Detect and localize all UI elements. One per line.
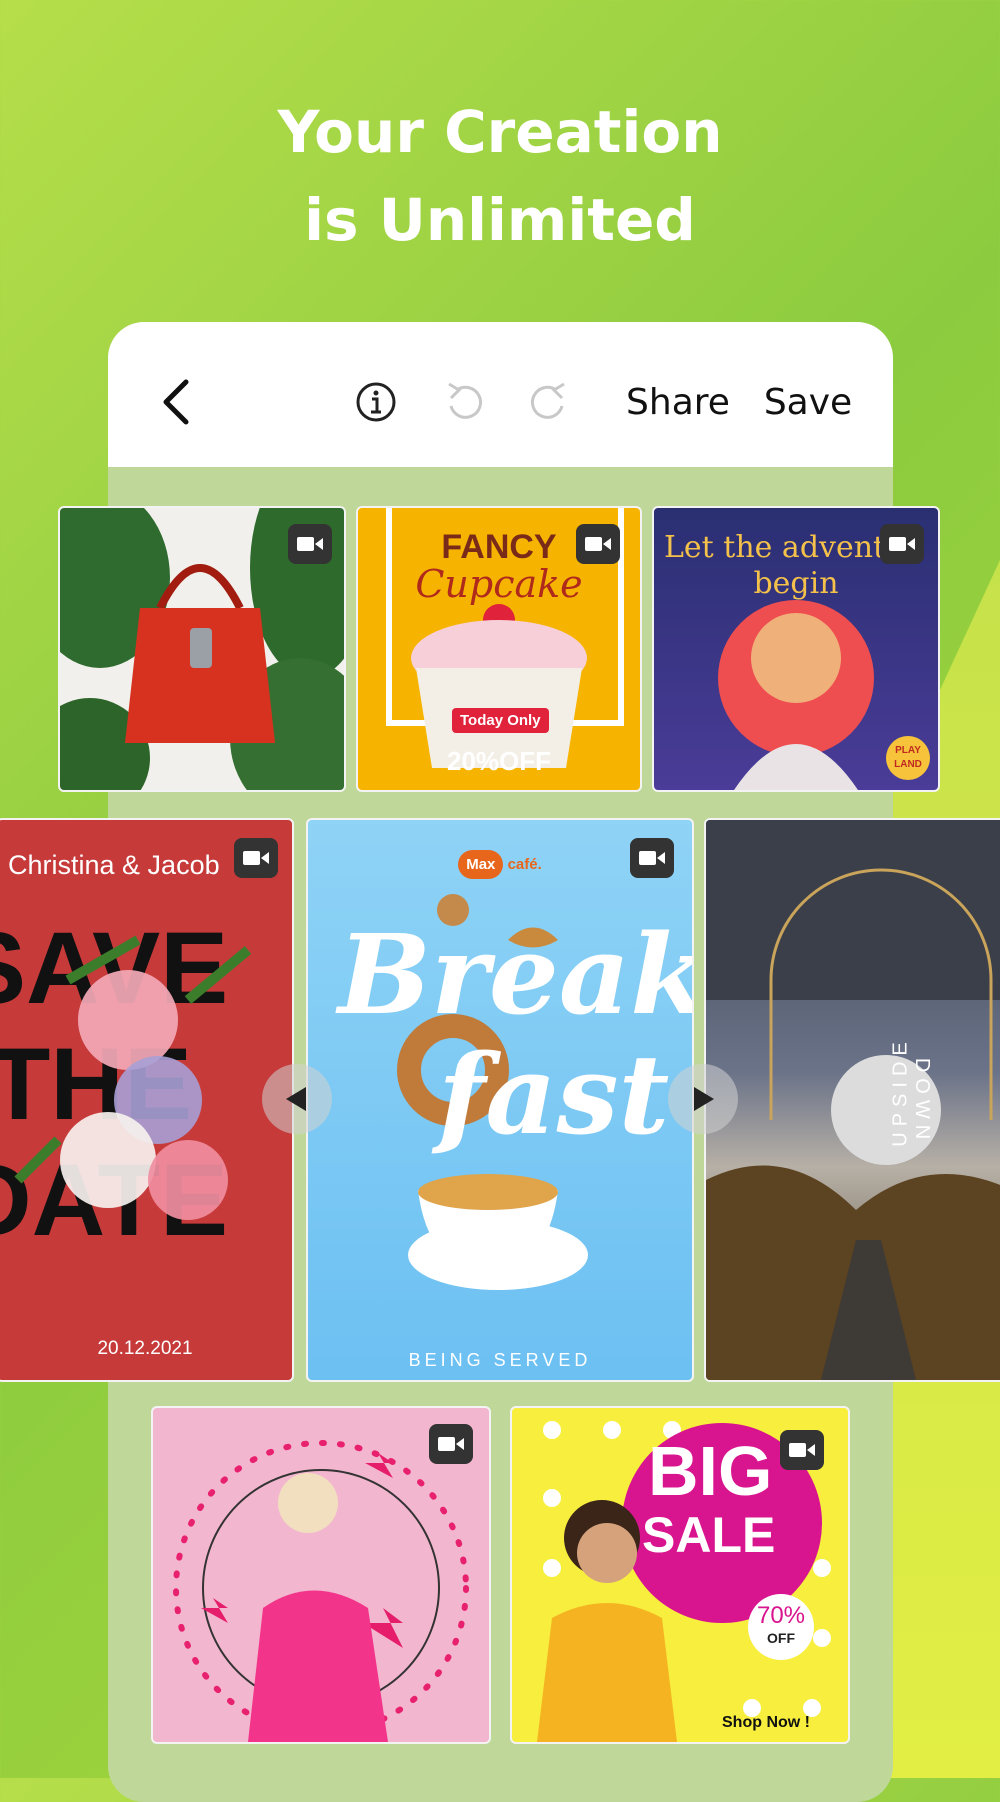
arrow-right-icon xyxy=(694,1087,714,1111)
discount-badge: 70% OFF xyxy=(748,1594,814,1660)
redo-icon xyxy=(530,382,565,419)
template-card-cupcake[interactable]: FANCY Cupcake Today Only 20%OFF xyxy=(356,506,642,792)
breakfast-footer: BEING SERVED xyxy=(408,1350,592,1370)
video-badge xyxy=(630,838,674,878)
template-card-wedding[interactable]: Christina & Jacob SAVE THE DATE 20.12.20… xyxy=(0,818,294,1382)
sale-line-1: BIG xyxy=(648,1432,773,1510)
video-badge xyxy=(576,524,620,564)
cupcake-badge: Today Only xyxy=(452,708,549,733)
discount-off: OFF xyxy=(767,1630,795,1646)
sale-cta: Shop Now ! xyxy=(722,1714,810,1731)
video-badge xyxy=(780,1430,824,1470)
playland-badge: PLAY LAND xyxy=(886,736,930,780)
template-card-upside-down[interactable]: UPSIDE DOWN xyxy=(704,818,1000,1382)
badge-line-2: LAND xyxy=(894,759,922,770)
editor-toolbar: Share Save xyxy=(108,322,893,467)
undo-icon xyxy=(448,382,483,419)
next-template-button[interactable] xyxy=(668,1064,738,1134)
wedding-date: 20.12.2021 xyxy=(97,1338,193,1359)
back-button[interactable] xyxy=(150,372,200,432)
upside-down-city-image xyxy=(706,820,1000,1380)
share-button[interactable]: Share xyxy=(618,372,738,432)
redo-button[interactable] xyxy=(520,372,580,432)
template-card-breakfast[interactable]: Max café. Break fast BEING SERVED xyxy=(306,818,694,1382)
info-button[interactable] xyxy=(346,372,406,432)
previous-template-button[interactable] xyxy=(262,1064,332,1134)
template-card-adventure[interactable]: Let the adventur begin PLAY LAND xyxy=(652,506,940,792)
video-camera-icon xyxy=(585,537,611,551)
breakfast-word-1: Break xyxy=(338,910,694,1039)
flower-bouquet-image xyxy=(14,935,252,1220)
undo-button[interactable] xyxy=(433,372,493,432)
sale-line-2: SALE xyxy=(642,1507,776,1563)
video-badge xyxy=(288,524,332,564)
template-card-big-sale[interactable]: BIG SALE 70% OFF Shop Now ! xyxy=(510,1406,850,1744)
badge-line-1: PLAY xyxy=(895,745,921,756)
video-badge xyxy=(880,524,924,564)
video-camera-icon xyxy=(297,537,323,551)
template-card-fashion[interactable] xyxy=(151,1406,491,1744)
discount-percent: 70% xyxy=(756,1602,806,1629)
headline: Your Creation is Unlimited xyxy=(0,88,1000,264)
headline-line-2: is Unlimited xyxy=(304,186,696,254)
save-button[interactable]: Save xyxy=(753,372,863,432)
cupcake-offer: 20%OFF xyxy=(446,746,552,776)
video-badge xyxy=(429,1424,473,1464)
arrow-left-icon xyxy=(286,1087,306,1111)
video-camera-icon xyxy=(639,851,665,865)
chevron-left-icon xyxy=(163,379,189,425)
video-camera-icon xyxy=(789,1443,815,1457)
video-camera-icon xyxy=(438,1437,464,1451)
headline-line-1: Your Creation xyxy=(277,98,723,166)
upside-word-2: DOWN xyxy=(911,1057,934,1146)
template-card-handbag[interactable] xyxy=(58,506,346,792)
video-badge xyxy=(234,838,278,878)
info-icon xyxy=(356,382,396,422)
video-camera-icon xyxy=(243,851,269,865)
breakfast-word-2: fast xyxy=(438,1030,670,1159)
video-camera-icon xyxy=(889,537,915,551)
